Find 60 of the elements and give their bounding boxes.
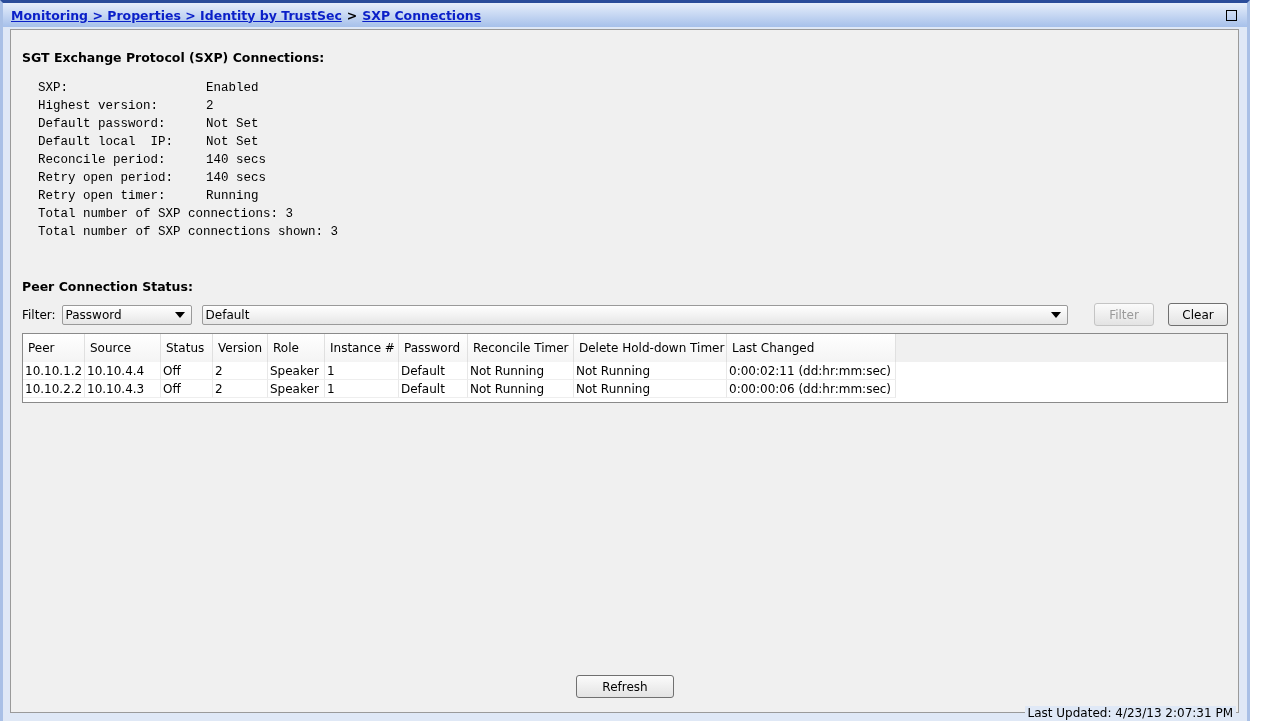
caret-icon — [1051, 311, 1061, 318]
setting-value: Not Set — [206, 117, 260, 131]
table-cell: 10.10.4.4 — [85, 362, 161, 380]
setting-label: Reconcile period: — [38, 153, 167, 167]
column-header[interactable]: Source — [85, 334, 161, 362]
setting-label: Retry open timer: — [38, 189, 167, 203]
table-cell: 10.10.4.3 — [85, 380, 161, 398]
column-header[interactable]: Status — [161, 334, 213, 362]
column-header[interactable]: Peer — [23, 334, 85, 362]
breadcrumb-link[interactable]: Monitoring > Properties > Identity by TrustSec — [11, 7, 342, 23]
table-cell: Default — [399, 362, 468, 380]
setting-summary: Total number of SXP connections shown: 3 — [38, 225, 339, 239]
setting-summary: Total number of SXP connections: 3 — [38, 207, 295, 221]
filter-field-dropdown[interactable]: Password — [61, 304, 192, 325]
table-cell: 1 — [325, 362, 399, 380]
table-cell: 10.10.2.2 — [23, 380, 85, 398]
setting-value: Not Set — [206, 135, 260, 149]
table-cell: Not Running — [468, 380, 574, 398]
table-cell: Default — [399, 380, 468, 398]
column-header[interactable]: Last Changed — [727, 334, 896, 362]
column-header[interactable]: Role — [268, 334, 325, 362]
setting-value: 2 — [206, 99, 215, 113]
table-cell: 2 — [213, 362, 268, 380]
table-cell: Not Running — [574, 362, 727, 380]
maximize-icon[interactable] — [1226, 9, 1237, 21]
table-cell: 10.10.1.2 — [23, 362, 85, 380]
clear-button[interactable]: Clear — [1168, 303, 1228, 326]
setting-label: SXP: — [38, 81, 69, 95]
filter-value-combobox[interactable]: Default — [201, 304, 1068, 325]
table-cell: Speaker — [268, 380, 325, 398]
section-title: SGT Exchange Protocol (SXP) Connections: — [22, 50, 326, 65]
breadcrumb-link[interactable]: SXP Connections — [362, 7, 482, 23]
table-cell: Not Running — [468, 362, 574, 380]
table-cell: 2 — [213, 380, 268, 398]
table-cell: Off — [161, 380, 213, 398]
filter-label: Filter: — [22, 307, 56, 322]
table-cell: Speaker — [268, 362, 325, 380]
setting-value: 140 secs — [206, 153, 267, 167]
column-header[interactable]: Password — [399, 334, 468, 362]
column-header[interactable]: Reconcile Timer — [468, 334, 574, 362]
setting-label: Default local IP: — [38, 135, 175, 149]
table-cell: 0:00:02:11 (dd:hr:mm:sec) — [727, 362, 896, 380]
setting-value: Enabled — [206, 81, 260, 95]
table-cell: 1 — [325, 380, 399, 398]
setting-value: Running — [206, 189, 260, 203]
last-updated-text: Last Updated: 4/23/13 2:07:31 PM — [1024, 706, 1236, 720]
setting-label: Retry open period: — [38, 171, 175, 185]
column-header[interactable]: Version — [213, 334, 268, 362]
caret-icon — [174, 311, 185, 318]
column-header[interactable]: Delete Hold-down Timer — [574, 334, 727, 362]
section-title: Peer Connection Status: — [22, 279, 194, 294]
setting-value: 140 secs — [206, 171, 267, 185]
table-cell: Off — [161, 362, 213, 380]
column-header[interactable]: Instance # — [325, 334, 399, 362]
setting-label: Highest version: — [38, 99, 160, 113]
setting-label: Default password: — [38, 117, 167, 131]
table-cell: 0:00:00:06 (dd:hr:mm:sec) — [727, 380, 896, 398]
breadcrumb-separator: > — [346, 7, 358, 23]
refresh-button[interactable]: Refresh — [576, 675, 674, 698]
table-cell: Not Running — [574, 380, 727, 398]
